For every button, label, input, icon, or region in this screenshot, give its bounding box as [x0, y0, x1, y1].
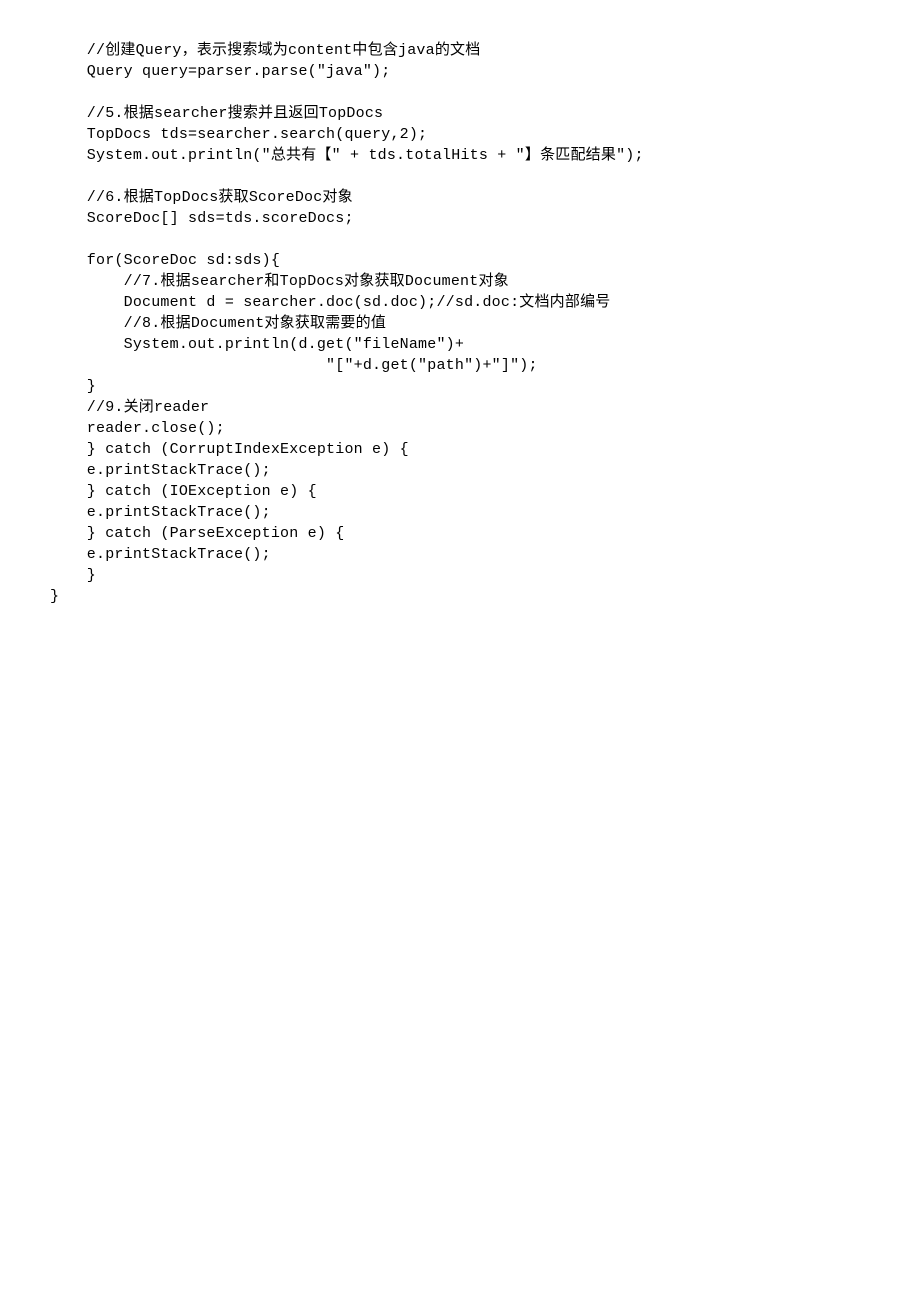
code-block: //创建Query，表示搜索域为content中包含java的文档 Query …	[50, 40, 870, 607]
